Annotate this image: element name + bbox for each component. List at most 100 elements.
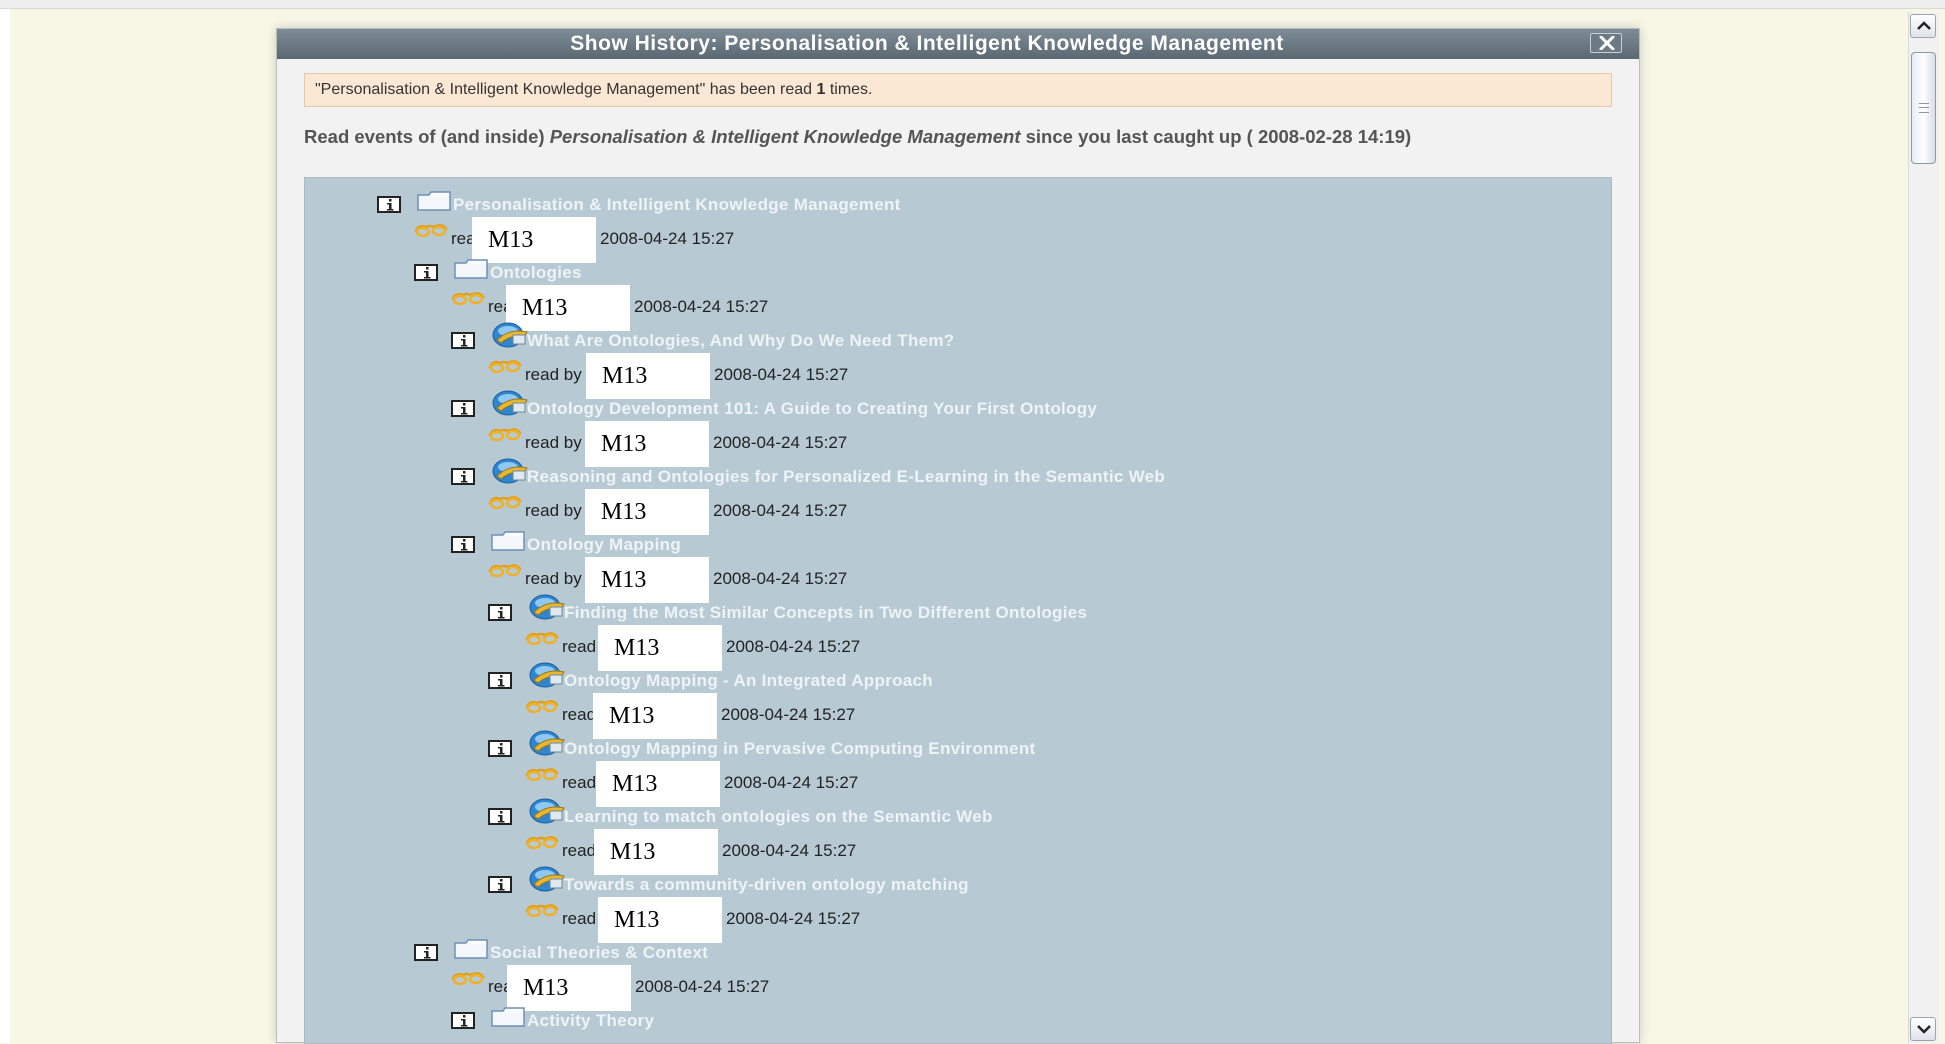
scroll-up-button[interactable] — [1910, 14, 1936, 38]
document-link[interactable]: Reasoning and Ontologies for Personalize… — [527, 467, 1165, 487]
info-icon[interactable] — [451, 400, 475, 417]
info-icon[interactable] — [414, 944, 438, 961]
read-by-label: read by — [525, 501, 582, 520]
reader-name: M13 — [585, 557, 709, 603]
scrollbar-grip — [1919, 103, 1929, 113]
info-icon[interactable] — [488, 604, 512, 621]
reader-name: M13 — [596, 761, 720, 807]
document-link[interactable]: Finding the Most Similar Concepts in Two… — [564, 603, 1087, 623]
read-glasses-icon — [525, 768, 559, 782]
web-document-icon — [529, 730, 565, 756]
notice-text: "Personalisation & Intelligent Knowledge… — [315, 81, 817, 98]
scroll-down-button[interactable] — [1910, 1017, 1936, 1041]
folder-icon — [417, 191, 451, 211]
read-timestamp: 2008-04-24 15:27 — [635, 977, 770, 996]
read-by-label: read by — [525, 365, 582, 384]
vertical-scrollbar[interactable] — [1908, 12, 1939, 1043]
folder-link[interactable]: Social Theories & Context — [490, 943, 708, 963]
read-timestamp: 2008-04-24 15:27 — [726, 909, 861, 928]
read-by-label: read by — [525, 569, 582, 588]
caption-suffix: since you last caught up ( 2008-02-28 14… — [1020, 126, 1412, 147]
web-document-icon — [529, 662, 565, 688]
read-timestamp: 2008-04-24 15:27 — [726, 637, 861, 656]
document-link[interactable]: Learning to match ontologies on the Sema… — [564, 807, 993, 827]
folder-link[interactable]: Ontology Mapping — [527, 535, 681, 555]
web-document-icon — [492, 322, 528, 348]
close-icon — [1599, 36, 1615, 50]
reader-name: M13 — [593, 693, 717, 739]
folder-icon — [454, 259, 488, 279]
scrollbar-thumb[interactable] — [1911, 52, 1936, 164]
read-timestamp: 2008-04-24 15:27 — [600, 229, 735, 248]
reader-name: M13 — [585, 489, 709, 535]
reader-name: M13 — [472, 217, 596, 263]
document-link[interactable]: Ontology Mapping - An Integrated Approac… — [564, 671, 933, 691]
caption-item: Personalisation & Intelligent Knowledge … — [549, 126, 1021, 147]
reader-name: M13 — [598, 625, 722, 671]
close-button[interactable] — [1590, 33, 1622, 53]
info-icon[interactable] — [451, 332, 475, 349]
folder-link[interactable]: Personalisation & Intelligent Knowledge … — [453, 195, 901, 215]
read-glasses-icon — [488, 428, 522, 442]
document-link[interactable]: Ontology Mapping in Pervasive Computing … — [564, 739, 1036, 759]
reader-name: M13 — [507, 965, 631, 1011]
read-timestamp: 2008-04-24 15:27 — [714, 365, 849, 384]
read-timestamp: 2008-04-24 15:27 — [722, 841, 857, 860]
info-icon[interactable] — [488, 740, 512, 757]
web-document-icon — [492, 458, 528, 484]
read-count-notice: "Personalisation & Intelligent Knowledge… — [304, 73, 1612, 107]
web-document-icon — [492, 390, 528, 416]
read-glasses-icon — [451, 972, 485, 986]
show-history-dialog: Show History: Personalisation & Intellig… — [276, 28, 1640, 1044]
read-glasses-icon — [525, 700, 559, 714]
page-left-margin — [0, 9, 10, 1043]
reader-name: M13 — [586, 353, 710, 399]
read-glasses-icon — [488, 564, 522, 578]
info-icon[interactable] — [377, 196, 401, 213]
folder-link[interactable]: Ontologies — [490, 263, 582, 283]
read-timestamp: 2008-04-24 15:27 — [724, 773, 859, 792]
read-glasses-icon — [525, 836, 559, 850]
read-glasses-icon — [488, 496, 522, 510]
history-tree: Personalisation & Intelligent Knowledge … — [304, 177, 1612, 1044]
info-icon[interactable] — [488, 876, 512, 893]
web-document-icon — [529, 798, 565, 824]
read-glasses-icon — [488, 360, 522, 374]
folder-icon — [491, 1007, 525, 1027]
read-timestamp: 2008-04-24 15:27 — [713, 569, 848, 588]
browser-top-edge — [0, 0, 1945, 9]
dialog-title: Show History: Personalisation & Intellig… — [570, 32, 1284, 55]
folder-link[interactable]: Activity Theory — [527, 1011, 654, 1031]
read-timestamp: 2008-04-24 15:27 — [713, 501, 848, 520]
reader-name: M13 — [594, 829, 718, 875]
info-icon[interactable] — [488, 672, 512, 689]
read-glasses-icon — [525, 632, 559, 646]
read-glasses-icon — [414, 224, 448, 238]
folder-icon — [454, 939, 488, 959]
info-icon[interactable] — [451, 536, 475, 553]
dialog-titlebar[interactable]: Show History: Personalisation & Intellig… — [277, 29, 1639, 59]
document-link[interactable]: Towards a community-driven ontology matc… — [564, 875, 969, 895]
info-icon[interactable] — [451, 1012, 475, 1029]
chevron-up-icon — [1917, 21, 1931, 30]
reader-name: M13 — [585, 421, 709, 467]
info-icon[interactable] — [451, 468, 475, 485]
read-timestamp: 2008-04-24 15:27 — [634, 297, 769, 316]
read-timestamp: 2008-04-24 15:27 — [721, 705, 856, 724]
read-glasses-icon — [525, 904, 559, 918]
web-document-icon — [529, 866, 565, 892]
folder-icon — [491, 531, 525, 551]
info-icon[interactable] — [414, 264, 438, 281]
document-link[interactable]: Ontology Development 101: A Guide to Cre… — [527, 399, 1097, 419]
read-glasses-icon — [451, 292, 485, 306]
read-by-label: read by — [525, 433, 582, 452]
info-icon[interactable] — [488, 808, 512, 825]
web-document-icon — [529, 594, 565, 620]
document-link[interactable]: What Are Ontologies, And Why Do We Need … — [527, 331, 955, 351]
history-caption: Read events of (and inside) Personalisat… — [304, 123, 1624, 150]
read-timestamp: 2008-04-24 15:27 — [713, 433, 848, 452]
caption-prefix: Read events of (and inside) — [304, 126, 550, 147]
notice-suffix: times. — [825, 81, 873, 98]
reader-name: M13 — [598, 897, 722, 943]
chevron-down-icon — [1917, 1025, 1931, 1034]
